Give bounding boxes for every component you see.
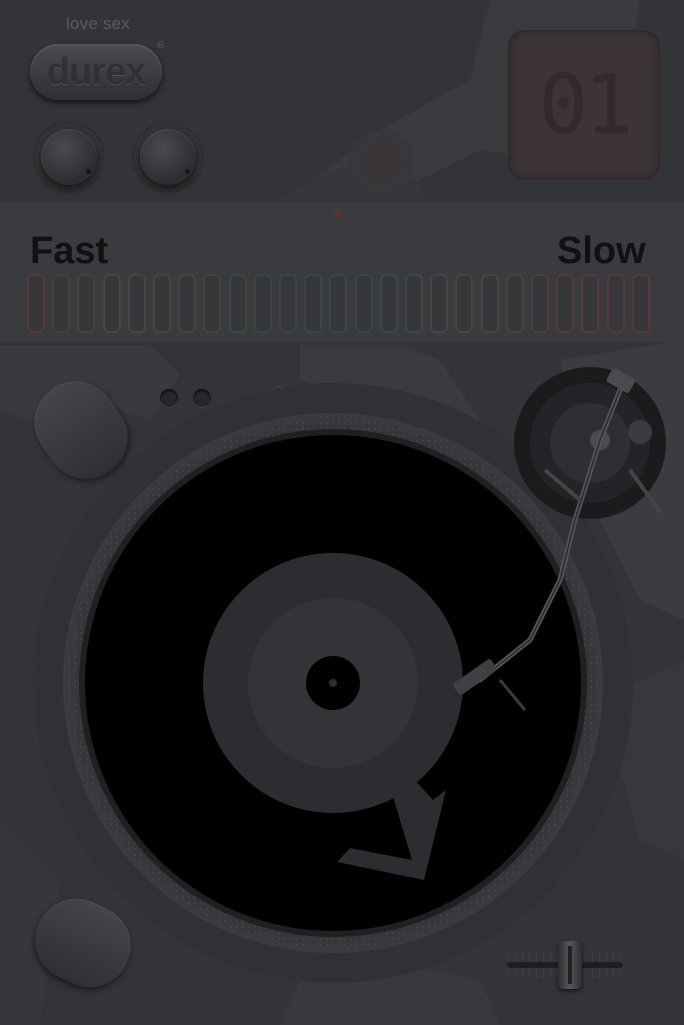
speed-segment[interactable] (430, 274, 449, 333)
knob-indicator (86, 169, 91, 174)
speed-segment[interactable] (52, 274, 71, 333)
fader-knob-grip (568, 946, 572, 984)
speed-segment[interactable] (77, 274, 96, 333)
tone-knob[interactable] (132, 121, 204, 193)
speed-segment[interactable] (505, 274, 524, 333)
brand-logo: durex (30, 44, 162, 100)
speed-segment[interactable] (153, 274, 171, 333)
volume-knob[interactable] (33, 121, 105, 193)
speed-segment[interactable] (531, 274, 549, 333)
speed-segment[interactable] (480, 274, 499, 333)
speed-segment[interactable] (405, 274, 423, 333)
speed-segment[interactable] (379, 274, 398, 333)
speed-segment[interactable] (178, 274, 197, 333)
fast-label: Fast (30, 230, 109, 272)
speed-segment[interactable] (228, 274, 247, 333)
brand-logo-text: durex (46, 50, 146, 93)
speed-segment[interactable] (581, 274, 600, 333)
turntable[interactable] (0, 340, 684, 1025)
speed-segment[interactable] (455, 274, 474, 333)
speed-marker (333, 209, 341, 217)
speed-segment[interactable] (102, 274, 121, 333)
speed-segment[interactable] (631, 274, 650, 333)
knob-indicator (185, 169, 190, 174)
speed-segment[interactable] (203, 274, 222, 333)
slow-label: Slow (557, 230, 646, 272)
speed-segment[interactable] (127, 274, 146, 333)
speed-segment[interactable] (27, 274, 45, 333)
speed-segment[interactable] (304, 274, 323, 333)
speed-segment[interactable] (606, 274, 625, 333)
track-display: 01 (508, 30, 660, 180)
speed-segment[interactable] (279, 274, 297, 333)
brand-tagline: love sex (66, 14, 130, 33)
volume-knob-icon (41, 129, 97, 185)
track-number: 01 (538, 57, 634, 153)
spindle (329, 679, 337, 687)
speed-segment[interactable] (253, 274, 272, 333)
trademark-symbol: ® (157, 40, 165, 51)
speed-segment[interactable] (556, 274, 575, 333)
speed-segment[interactable] (354, 274, 373, 333)
speed-segment[interactable] (329, 274, 348, 333)
tone-knob-icon (140, 129, 196, 185)
